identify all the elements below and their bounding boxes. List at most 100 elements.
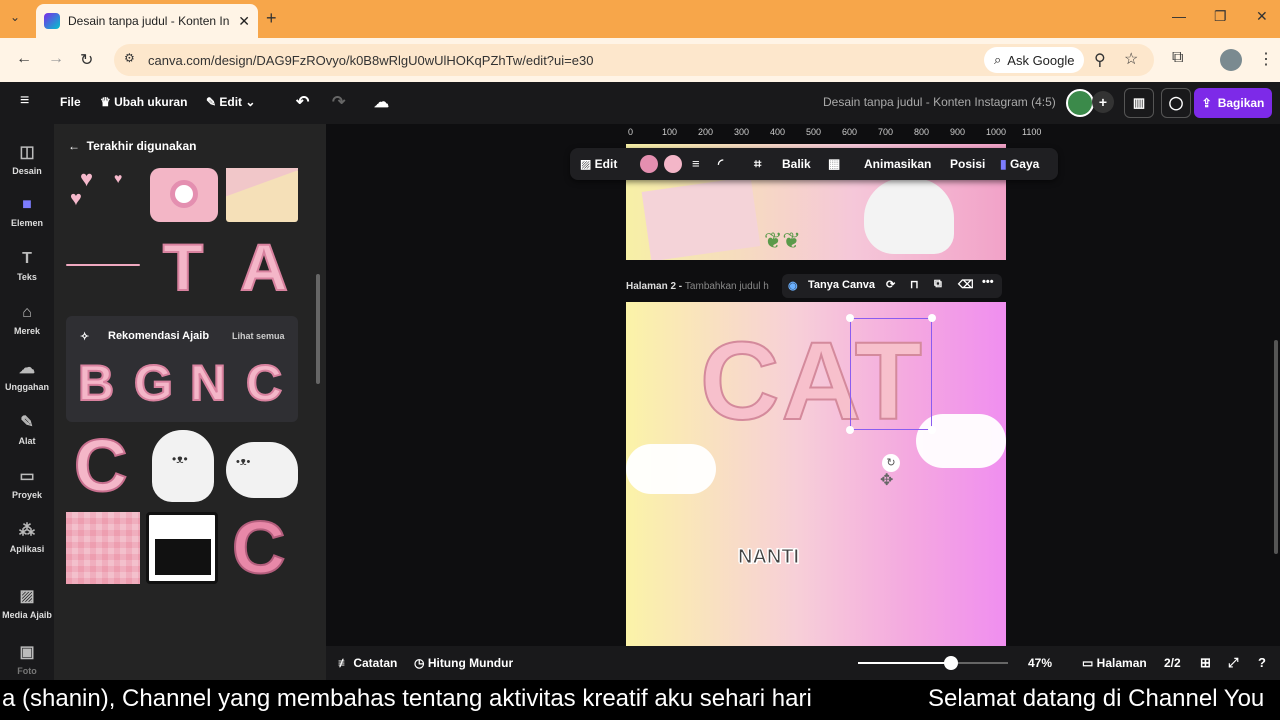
- letter-c-pink-sticker[interactable]: C: [231, 510, 294, 586]
- edit-mode-button[interactable]: ✎ Edit ⌄: [206, 95, 255, 109]
- animate-button[interactable]: Animasikan: [864, 157, 931, 171]
- rail-item-magic-media[interactable]: ▨ Media Ajaib: [0, 586, 54, 620]
- profile-avatar[interactable]: [1220, 49, 1242, 71]
- color-swatch-1[interactable]: [640, 155, 658, 173]
- lock-icon[interactable]: ⊓: [910, 278, 919, 291]
- canvas-stage: ‹ 0 100 200 300 400 500 600 700 800 900 …: [326, 124, 1280, 680]
- new-tab-icon[interactable]: +: [266, 8, 277, 29]
- back-icon[interactable]: ←: [16, 50, 32, 68]
- line-weight-icon[interactable]: ≡: [692, 156, 700, 171]
- comment-icon[interactable]: ◯: [1161, 88, 1191, 118]
- rail-item-projects[interactable]: ▭ Proyek: [0, 466, 54, 500]
- letter-g-sticker[interactable]: G: [133, 354, 174, 412]
- help-icon[interactable]: ?: [1258, 655, 1266, 670]
- letter-b-sticker[interactable]: B: [77, 354, 115, 412]
- rail-item-text[interactable]: T Teks: [0, 250, 54, 282]
- share-button[interactable]: ⇪ Bagikan: [1194, 88, 1272, 118]
- rail-item-elements[interactable]: ■ Elemen: [0, 196, 54, 228]
- restore-icon[interactable]: ❐: [1214, 8, 1227, 25]
- flip-button[interactable]: Balik: [782, 157, 811, 171]
- lying-cat-sticker[interactable]: •ᴥ•: [226, 442, 298, 498]
- letter-a-sticker[interactable]: A: [234, 231, 294, 303]
- position-button[interactable]: Posisi: [950, 157, 985, 171]
- extensions-icon[interactable]: ⧉: [1172, 49, 1183, 67]
- resize-handle[interactable]: [928, 426, 936, 434]
- insights-icon[interactable]: ▥: [1124, 88, 1154, 118]
- redo-icon[interactable]: ↷: [332, 92, 345, 112]
- letter-c-bow-sticker[interactable]: C: [73, 428, 134, 504]
- ask-google-button[interactable]: ⌕ Ask Google: [984, 47, 1085, 73]
- see-all-link[interactable]: Lihat semua: [232, 331, 285, 341]
- resize-button[interactable]: ♛ Ubah ukuran: [100, 95, 187, 109]
- timer-label: Hitung Mundur: [427, 656, 514, 670]
- cloud-saved-icon[interactable]: ☁: [374, 93, 389, 111]
- apps-icon: ⁂: [19, 522, 35, 539]
- crop-icon[interactable]: ⌗: [754, 156, 761, 172]
- hearts-sticker[interactable]: ♥ ♥ ♥: [66, 166, 140, 214]
- rail-item-photos[interactable]: ▣ Foto: [0, 642, 54, 676]
- forward-icon[interactable]: →: [48, 50, 64, 68]
- comment-add-icon[interactable]: ⟳: [886, 278, 895, 291]
- menu-icon[interactable]: ≡: [20, 92, 29, 110]
- fullscreen-icon[interactable]: ⤢: [1228, 655, 1238, 671]
- rail-item-apps[interactable]: ⁂ Aplikasi: [0, 520, 54, 554]
- resize-handle[interactable]: [846, 314, 854, 322]
- close-tab-icon[interactable]: ✕: [238, 13, 250, 30]
- letter-t-sticker[interactable]: T: [154, 231, 212, 303]
- zoom-percentage[interactable]: 47%: [1028, 656, 1052, 670]
- color-swatch-2[interactable]: [664, 155, 682, 173]
- site-info-icon[interactable]: ⚙: [124, 51, 135, 65]
- nanti-text[interactable]: NANTI: [737, 546, 799, 569]
- panel-scrollbar[interactable]: [316, 274, 320, 384]
- rail-item-uploads[interactable]: ☁ Unggahan: [0, 358, 54, 392]
- edit-image-button[interactable]: ▨ Edit: [580, 157, 617, 171]
- address-bar-row: ← → ↻ ⚙ canva.com/design/DAG9FzROvyo/k0B…: [0, 38, 1280, 82]
- timer-button[interactable]: ◷ Hitung Mundur: [414, 656, 513, 670]
- rail-item-brand[interactable]: ⌂ Merek: [0, 304, 54, 336]
- browser-menu-icon[interactable]: ⋮: [1258, 49, 1274, 69]
- resize-handle[interactable]: [846, 426, 854, 434]
- pages-button[interactable]: ▭ Halaman: [1082, 656, 1147, 670]
- bookmark-star-icon[interactable]: ☆: [1124, 49, 1138, 69]
- selection-box[interactable]: [850, 318, 932, 430]
- page-2-label[interactable]: Halaman 2 - Tambahkan judul h: [626, 281, 769, 292]
- white-cat-sticker[interactable]: •ᴥ•: [152, 430, 214, 502]
- ask-canva-button[interactable]: Tanya Canva: [808, 279, 875, 291]
- browser-tab[interactable]: Desain tanpa judul - Konten Ins ✕: [36, 4, 258, 38]
- transparency-icon[interactable]: ▦: [828, 156, 840, 172]
- canvas-scrollbar[interactable]: [1274, 340, 1278, 554]
- style-button[interactable]: ▮ Gaya: [1000, 157, 1039, 171]
- user-avatar[interactable]: [1066, 89, 1094, 117]
- grid-view-icon[interactable]: ⊞: [1200, 655, 1211, 671]
- zoom-slider-track[interactable]: [858, 656, 1008, 670]
- letter-c-sticker[interactable]: C: [245, 354, 283, 412]
- camera-sticker[interactable]: [150, 168, 218, 222]
- zoom-slider-thumb[interactable]: [944, 656, 958, 670]
- corner-icon[interactable]: ◜: [718, 156, 723, 172]
- minimize-icon[interactable]: —: [1172, 8, 1186, 24]
- rail-item-design[interactable]: ◫ Desain: [0, 142, 54, 176]
- undo-icon[interactable]: ↶: [296, 92, 309, 112]
- file-menu[interactable]: File: [60, 95, 81, 109]
- envelope-sticker[interactable]: [226, 168, 298, 222]
- coffee-machine-sticker[interactable]: [146, 512, 218, 584]
- trash-icon[interactable]: ⌫: [958, 278, 974, 291]
- page-2[interactable]: CAT ↻ ✥ NANTI: [626, 302, 1006, 648]
- page-count[interactable]: 2/2: [1164, 656, 1181, 670]
- zoom-icon[interactable]: ⚲: [1094, 50, 1106, 70]
- rail-item-tools[interactable]: ✎ Alat: [0, 412, 54, 446]
- duplicate-icon[interactable]: ⧉: [934, 278, 942, 291]
- letter-n-sticker[interactable]: N: [189, 354, 227, 412]
- document-title[interactable]: Desain tanpa judul - Konten Instagram (4…: [823, 95, 1056, 109]
- pink-plaid-pattern[interactable]: [66, 512, 140, 584]
- add-collaborator-icon[interactable]: +: [1092, 91, 1114, 113]
- notes-button[interactable]: ≢ Catatan: [338, 656, 397, 670]
- more-options-icon[interactable]: •••: [982, 276, 994, 288]
- tab-list-icon[interactable]: ⌄: [10, 10, 20, 24]
- panel-header[interactable]: ← Terakhir digunakan: [68, 139, 196, 153]
- back-arrow-icon[interactable]: ←: [68, 139, 87, 153]
- reload-icon[interactable]: ↻: [80, 50, 93, 70]
- resize-handle[interactable]: [928, 314, 936, 322]
- close-window-icon[interactable]: ✕: [1256, 8, 1268, 25]
- pink-line[interactable]: [66, 264, 140, 266]
